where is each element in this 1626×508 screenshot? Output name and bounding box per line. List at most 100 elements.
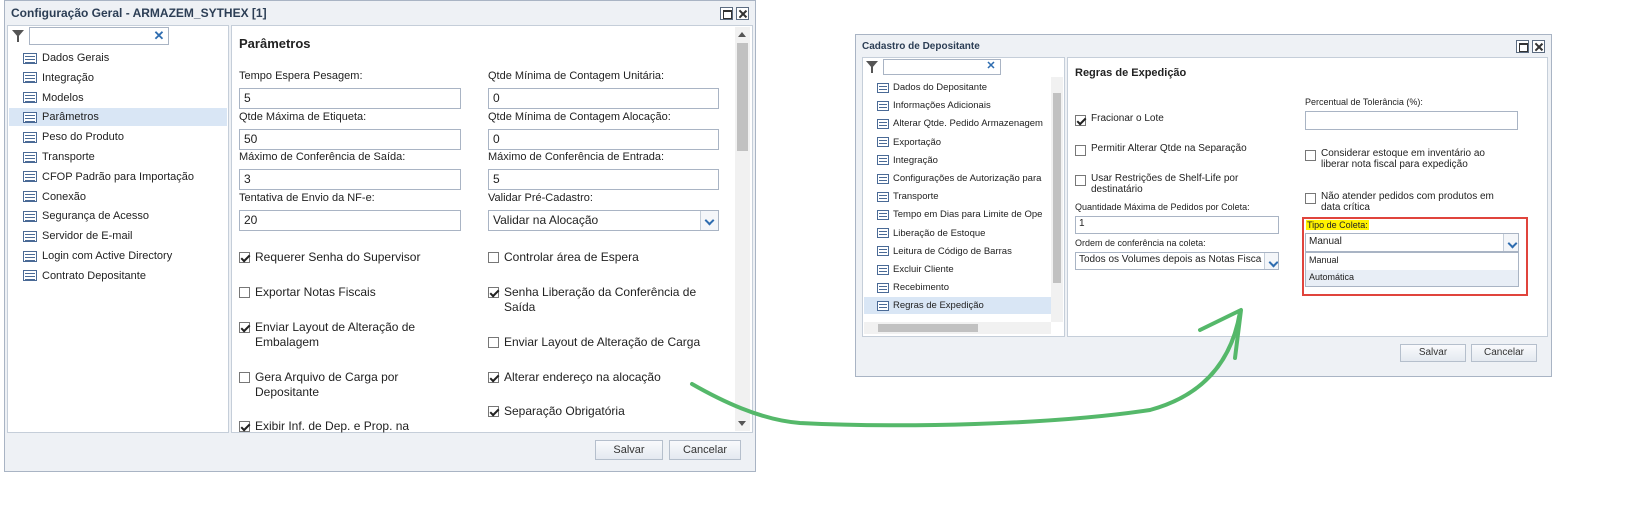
clear-filter-icon[interactable]: ✕ — [152, 29, 166, 43]
checkbox-box[interactable] — [488, 406, 499, 417]
field-input-tentativa-de-envio-da-nf-e[interactable]: 20 — [239, 209, 461, 231]
nav-item-servidor-de-e-mail[interactable]: Servidor de E-mail — [9, 227, 227, 245]
cancel-button[interactable]: Cancelar — [669, 440, 741, 460]
dropdown-option-manual[interactable]: Manual — [1306, 253, 1518, 270]
nav-item-alterar-qtde-pedido-armazenagem[interactable]: Alterar Qtde. Pedido Armazenagem — [864, 115, 1051, 132]
checkbox-box[interactable] — [239, 252, 250, 263]
field-input-qtde-minima-de-contagem-alocacao[interactable]: 0 — [488, 128, 719, 150]
nav-item-integracao[interactable]: Integração — [9, 69, 227, 87]
nav-item-transporte[interactable]: Transporte — [864, 188, 1051, 205]
chevron-down-icon[interactable] — [1264, 253, 1278, 269]
checkbox-enviar-layout-de-alteracao-de-embalagem[interactable]: Enviar Layout de Alteração de Embalagem — [239, 320, 439, 350]
nav-item-login-com-active-directory[interactable]: Login com Active Directory — [9, 247, 227, 265]
field-label-tempo-espera-pesagem: Tempo Espera Pesagem: — [239, 70, 363, 82]
ordem-conferencia-select[interactable]: Todos os Volumes depois as Notas Fisca — [1075, 252, 1279, 270]
nav-item-label: CFOP Padrão para Importação — [42, 170, 195, 183]
checkbox-nao-atender-pedidos[interactable]: Não atender pedidos com produtos em data… — [1305, 191, 1505, 213]
dropdown-option-automatica[interactable]: Automática — [1306, 270, 1518, 286]
checkbox-1[interactable] — [1075, 145, 1086, 156]
save-button[interactable]: Salvar — [1400, 344, 1466, 362]
vertical-scrollbar[interactable] — [735, 27, 750, 431]
nav-item-tempo-em-dias-para-limite-de-ope[interactable]: Tempo em Dias para Limite de Ope — [864, 206, 1051, 223]
checkbox-alterar-endereco-na-alocacao[interactable]: Alterar endereço na alocação — [488, 370, 703, 385]
checkbox-box[interactable] — [239, 287, 250, 298]
maximize-icon[interactable] — [720, 6, 733, 20]
checkbox-box[interactable] — [239, 421, 250, 432]
nav-item-dados-gerais[interactable]: Dados Gerais — [9, 49, 227, 67]
save-button[interactable]: Salvar — [595, 440, 663, 460]
checkbox-fracionar-lote[interactable]: Fracionar o Lote — [1075, 113, 1285, 126]
checkbox-box[interactable] — [488, 287, 499, 298]
checkbox-box[interactable] — [239, 322, 250, 333]
nav-item-integracao[interactable]: Integração — [864, 152, 1051, 169]
nav-item-peso-do-produto[interactable]: Peso do Produto — [9, 128, 227, 146]
field-input-maximo-de-conferencia-de-entrada[interactable]: 5 — [488, 169, 719, 191]
nav-item-informacoes-adicionais[interactable]: Informações Adicionais — [864, 97, 1051, 114]
checkbox-2[interactable] — [1075, 175, 1086, 186]
nav-item-leitura-de-codigo-de-barras[interactable]: Leitura de Código de Barras — [864, 243, 1051, 260]
nav-item-contrato-depositante[interactable]: Contrato Depositante — [9, 267, 227, 285]
tolerancia-input[interactable] — [1305, 111, 1518, 130]
nav-item-recebimento[interactable]: Recebimento — [864, 279, 1051, 296]
nav-item-exportacao[interactable]: Exportação — [864, 134, 1051, 151]
validar-pre-cadastro-select[interactable]: Validar na Alocação — [488, 209, 719, 231]
checkbox-label: Enviar Layout de Alteração de Embalagem — [255, 320, 416, 349]
filter-icon[interactable] — [865, 60, 879, 74]
close-icon[interactable] — [736, 6, 749, 20]
checkbox-box[interactable] — [488, 252, 499, 263]
nav-item-excluir-cliente[interactable]: Excluir Cliente — [864, 261, 1051, 278]
checkbox-exibir-inf-de-dep-e-prop-na[interactable]: Exibir Inf. de Dep. e Prop. na — [239, 419, 439, 434]
scroll-down-icon[interactable] — [738, 421, 746, 426]
filter-icon[interactable] — [11, 29, 25, 43]
nav-item-label: Servidor de E-mail — [42, 230, 133, 243]
checkbox-controlar-area-de-espera[interactable]: Controlar área de Espera — [488, 250, 703, 265]
nav-item-dados-do-depositante[interactable]: Dados do Depositante — [864, 79, 1051, 96]
checkbox-separacao-obrigatoria[interactable]: Separação Obrigatória — [488, 404, 703, 419]
checkbox-senha-liberacao-da-conferencia-de-saida[interactable]: Senha Liberação da Conferência de Saída — [488, 285, 703, 315]
chevron-down-icon[interactable] — [1503, 234, 1518, 251]
checkbox-requerer-senha-do-supervisor[interactable]: Requerer Senha do Supervisor — [239, 250, 439, 265]
filter-input[interactable]: ✕ — [29, 27, 169, 45]
nav-horizontal-scrollbar[interactable] — [864, 322, 1051, 334]
nav-item-cfop-padrao-para-importacao[interactable]: CFOP Padrão para Importação — [9, 168, 227, 186]
nav-item-seguranca-de-acesso[interactable]: Segurança de Acesso — [9, 207, 227, 225]
field-input-qtde-maxima-de-etiqueta[interactable]: 50 — [239, 128, 461, 150]
checkbox-considerar-estoque[interactable]: Considerar estoque em inventário ao libe… — [1305, 148, 1505, 170]
scroll-up-icon[interactable] — [738, 32, 746, 37]
checkbox-3[interactable] — [1305, 150, 1316, 161]
nav-item-parametros[interactable]: Parâmetros — [9, 108, 227, 127]
scrollbar-thumb[interactable] — [1053, 93, 1061, 283]
checkbox-box[interactable] — [239, 372, 250, 383]
field-label-tentativa-de-envio-da-nf-e: Tentativa de Envio da NF-e: — [239, 191, 375, 204]
checkbox-box[interactable] — [488, 337, 499, 348]
nav-item-regras-de-expedicao[interactable]: Regras de Expedição — [864, 297, 1051, 315]
nav-vertical-scrollbar[interactable] — [1051, 77, 1063, 322]
tipo-coleta-select[interactable]: Manual — [1305, 233, 1519, 252]
nav-item-liberacao-de-estoque[interactable]: Liberação de Estoque — [864, 225, 1051, 242]
scrollbar-thumb[interactable] — [878, 324, 978, 332]
clear-filter-icon[interactable]: ✕ — [984, 60, 998, 74]
checkbox-exportar-notas-fiscais[interactable]: Exportar Notas Fiscais — [239, 285, 439, 300]
checkbox-box[interactable] — [488, 372, 499, 383]
checkbox-enviar-layout-de-alteracao-de-carga[interactable]: Enviar Layout de Alteração de Carga — [488, 335, 703, 350]
field-input-tempo-espera-pesagem[interactable]: 5 — [239, 88, 461, 109]
nav-item-modelos[interactable]: Modelos — [9, 89, 227, 107]
checkbox-shelf-life[interactable]: Usar Restrições de Shelf-Life por destin… — [1075, 173, 1265, 195]
document-icon — [23, 52, 37, 64]
checkbox-gera-arquivo-de-carga-por-depositante[interactable]: Gera Arquivo de Carga por Depositante — [239, 370, 439, 400]
checkbox-0[interactable] — [1075, 115, 1086, 126]
cancel-button[interactable]: Cancelar — [1471, 344, 1537, 362]
checkbox-permitir-alterar-qtde[interactable]: Permitir Alterar Qtde na Separação — [1075, 143, 1295, 156]
close-icon[interactable] — [1532, 39, 1545, 53]
field-input-qtde-minima-de-contagem-unitaria[interactable]: 0 — [488, 88, 719, 109]
filter-input[interactable]: ✕ — [883, 59, 1001, 75]
scrollbar-thumb[interactable] — [737, 43, 748, 151]
nav-item-configuracoes-de-autorizacao-para[interactable]: Configurações de Autorização para — [864, 170, 1051, 187]
field-input-maximo-de-conferencia-de-saida[interactable]: 3 — [239, 169, 461, 191]
checkbox-4[interactable] — [1305, 193, 1316, 204]
maximize-icon[interactable] — [1516, 39, 1529, 53]
chevron-down-icon[interactable] — [700, 210, 718, 230]
nav-item-conexao[interactable]: Conexão — [9, 188, 227, 206]
nav-item-transporte[interactable]: Transporte — [9, 148, 227, 166]
qtd-max-pedidos-input[interactable]: 1 — [1075, 216, 1279, 234]
